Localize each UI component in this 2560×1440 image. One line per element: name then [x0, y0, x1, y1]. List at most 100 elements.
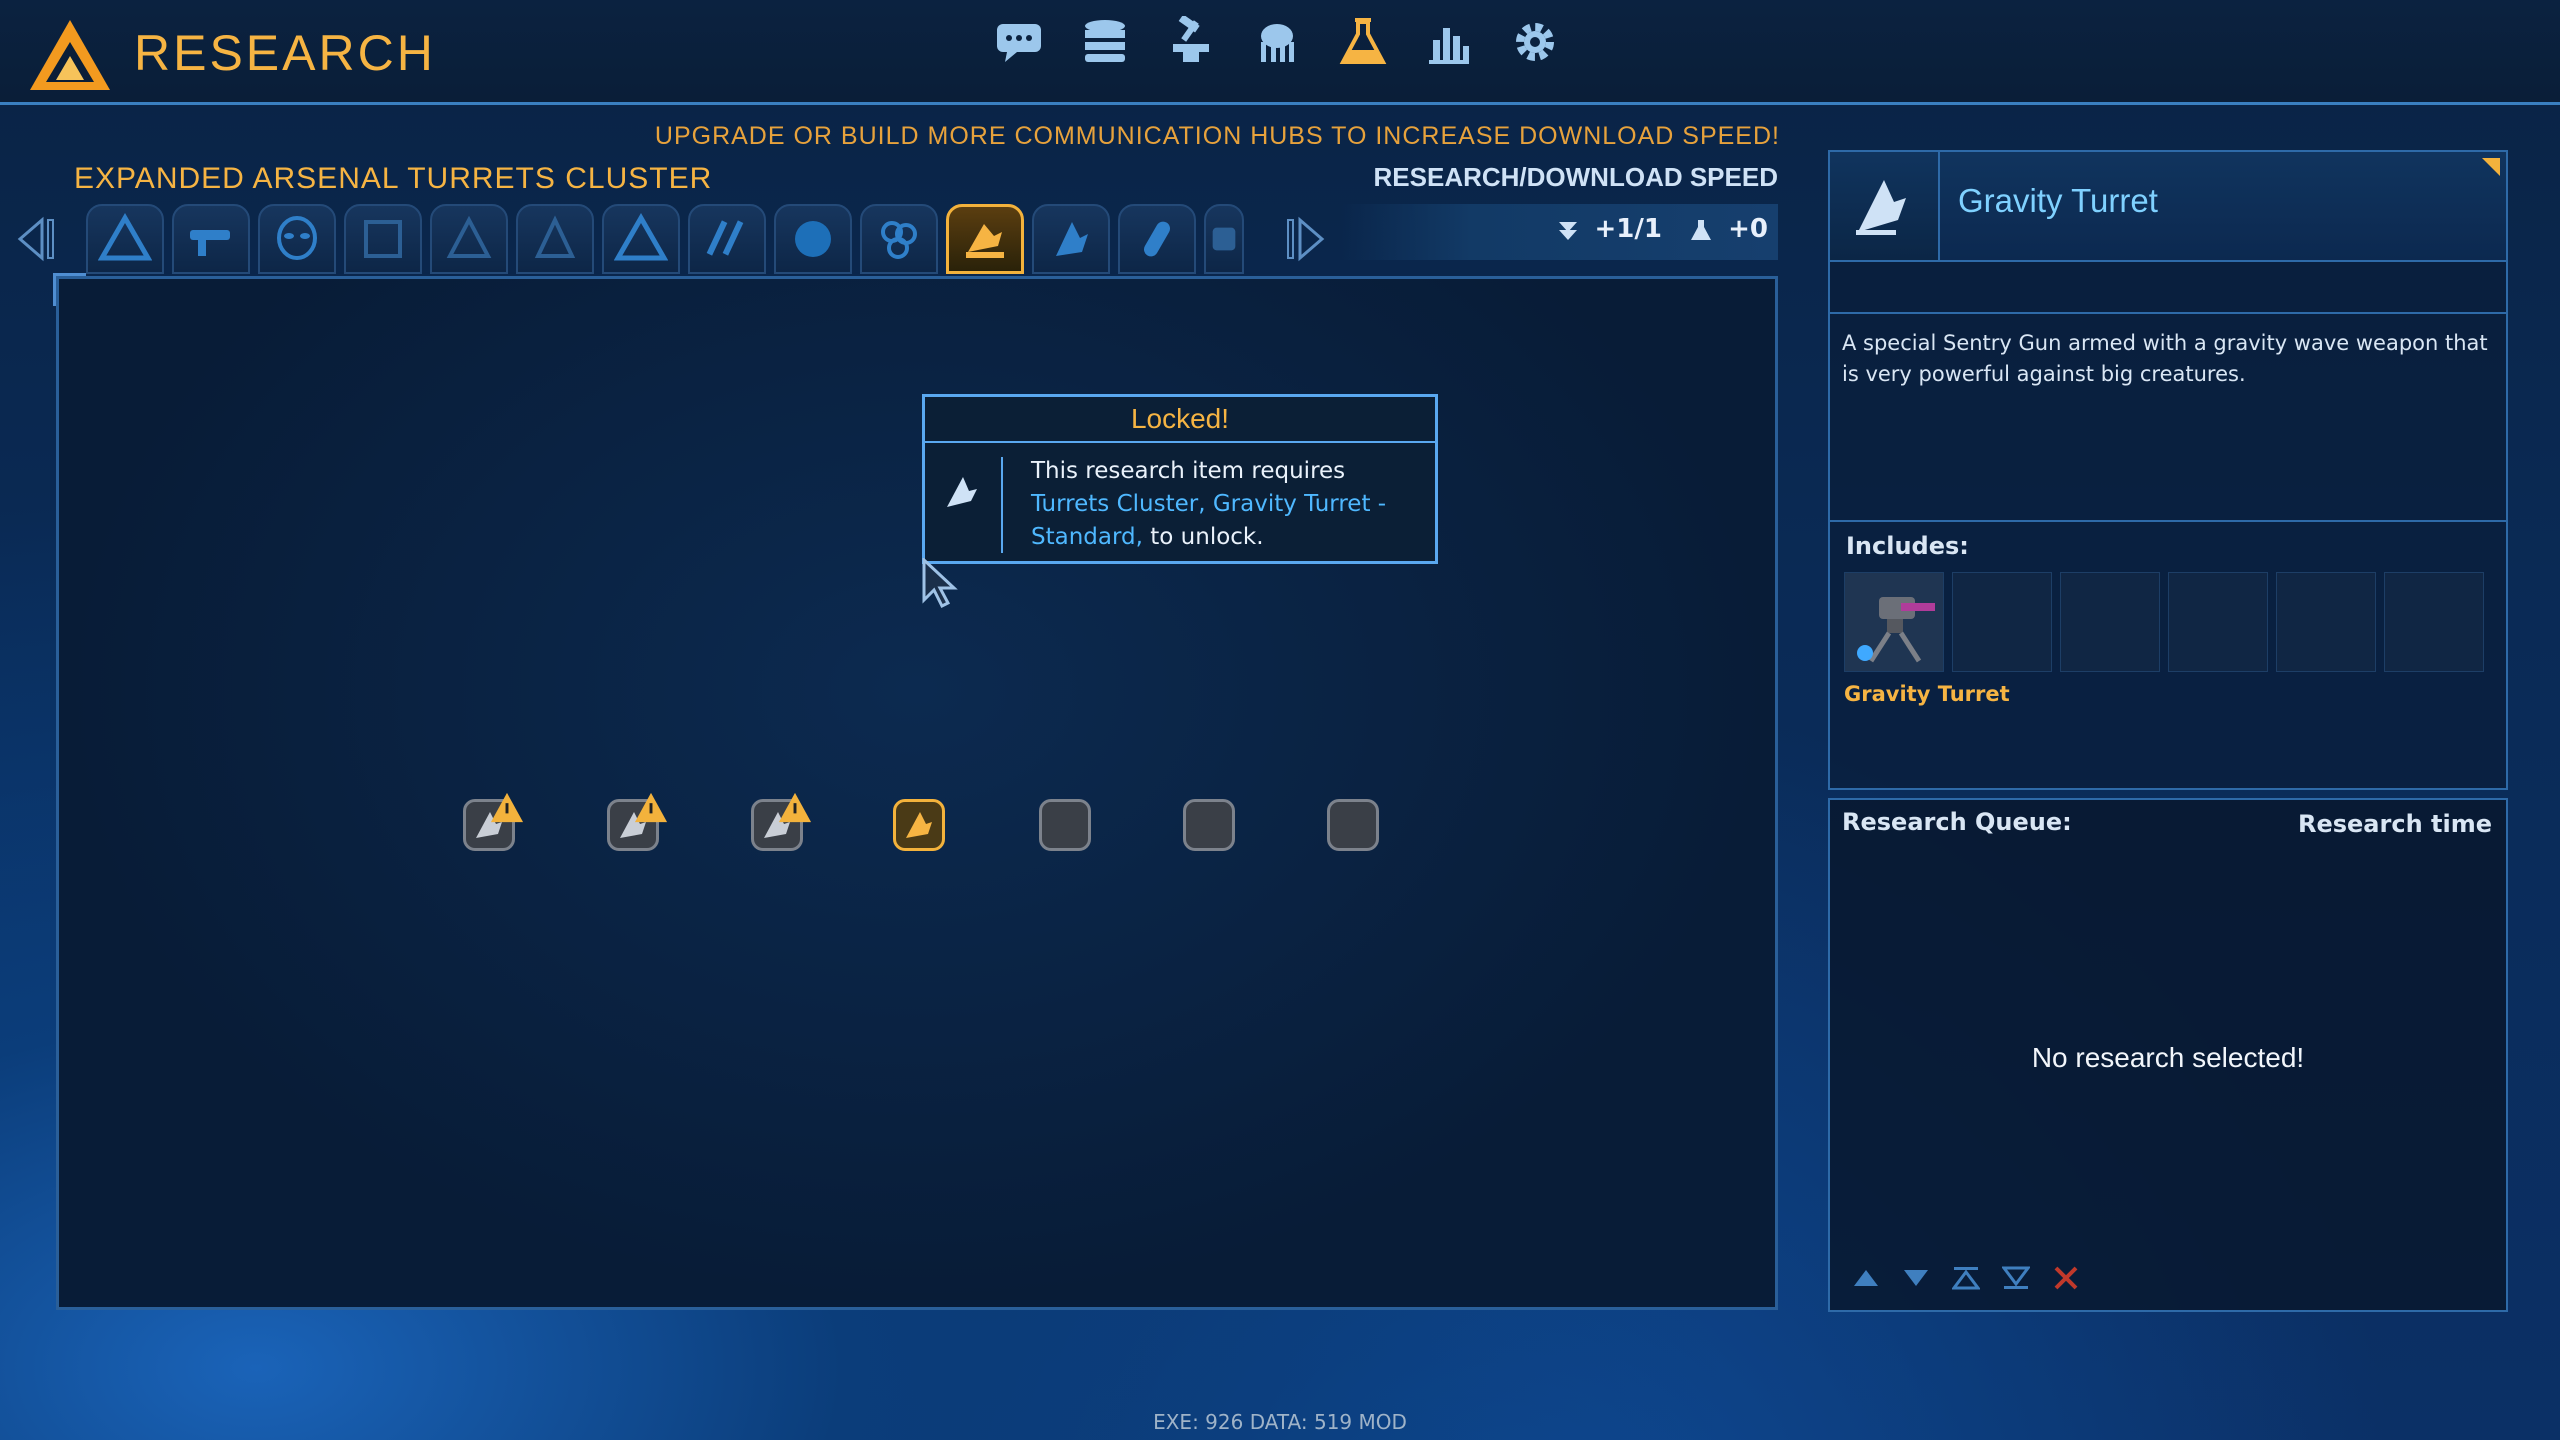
tab-cluster-turrets[interactable] [946, 204, 1024, 274]
tab-cluster-5[interactable] [430, 204, 508, 274]
ea-emblem-icon [364, 220, 402, 258]
research-tree [53, 273, 1778, 1310]
page-title: RESEARCH [134, 25, 436, 81]
queue-controls [1852, 1264, 2080, 1292]
download-speed-value: +1/1 [1594, 214, 1662, 244]
tab-cluster-8[interactable] [688, 204, 766, 274]
included-item-gravity-turret[interactable] [1844, 572, 1944, 672]
research-title: Gravity Turret [1958, 182, 2158, 219]
flask-icon [1691, 219, 1712, 240]
research-info-panel: Gravity Turret A special Sentry Gun arme… [1828, 150, 2508, 790]
tab-cluster-4[interactable] [344, 204, 422, 274]
nav-communication[interactable] [990, 12, 1048, 72]
nav-settings[interactable] [1506, 12, 1564, 72]
nav-database[interactable] [1076, 12, 1134, 72]
research-icon-box [1830, 152, 1940, 262]
top-bar: RESEARCH [0, 0, 2560, 105]
creature-icon [1261, 24, 1294, 62]
stats-icon [1429, 28, 1469, 64]
nav-research[interactable] [1334, 12, 1392, 72]
research-queue-panel: Research Queue: Research time No researc… [1828, 798, 2508, 1312]
triangle-emblem-icon [98, 212, 152, 261]
nav-statistics[interactable] [1420, 12, 1478, 72]
shell-icon [1144, 221, 1170, 257]
speed-bar: +1/1 +0 [1340, 204, 1778, 260]
warning-icon [778, 792, 812, 823]
database-icon [1085, 20, 1125, 62]
tab-cluster-14[interactable] [1204, 204, 1244, 274]
alien-icon [277, 216, 317, 260]
include-slot-empty [2060, 572, 2160, 672]
research-node-2[interactable] [607, 792, 668, 851]
triangle-emblem-icon [614, 212, 668, 261]
tab-cluster-9[interactable] [774, 204, 852, 274]
arrow-right-icon [1287, 216, 1325, 262]
cells-icon [881, 221, 917, 259]
tab-cluster-10[interactable] [860, 204, 938, 274]
ea-emblem-icon [534, 215, 576, 258]
remove-icon[interactable] [2052, 1264, 2080, 1292]
download-speed-hint: UPGRADE OR BUILD MORE COMMUNICATION HUBS… [654, 122, 1780, 150]
speed-label: RESEARCH/DOWNLOAD SPEED [1373, 162, 1778, 192]
ea-emblem-icon [446, 215, 492, 258]
research-node-3[interactable] [751, 792, 812, 851]
turret-icon [906, 812, 932, 838]
creature-head-icon [795, 221, 831, 257]
research-speed-value: +0 [1728, 214, 1768, 244]
cluster-title: EXPANDED ARSENAL TURRETS CLUSTER [74, 162, 713, 195]
tooltip-text: This research item requires Turrets Clus… [1031, 458, 1387, 550]
research-description: A special Sentry Gun armed with a gravit… [1842, 331, 2488, 386]
include-slot-empty [1952, 572, 2052, 672]
included-item-name: Gravity Turret [1844, 682, 2010, 706]
move-bottom-icon[interactable] [2002, 1264, 2030, 1292]
settings-icon [1516, 23, 1554, 61]
includes-label: Includes: [1846, 532, 1969, 560]
tab-cluster-13[interactable] [1118, 204, 1196, 274]
include-slot-empty [2384, 572, 2484, 672]
mouse-cursor-icon [922, 558, 958, 608]
move-down-icon[interactable] [1902, 1264, 1930, 1292]
download-icon [1559, 221, 1578, 240]
tab-cluster-3[interactable] [258, 204, 336, 274]
move-top-icon[interactable] [1952, 1264, 1980, 1292]
research-node-5[interactable] [1039, 799, 1091, 851]
tabs-scroll-right[interactable] [1286, 216, 1326, 262]
include-slot-empty [2276, 572, 2376, 672]
nav-creatures[interactable] [1248, 12, 1306, 72]
tab-cluster-12[interactable] [1032, 204, 1110, 274]
barrel-icon [1212, 227, 1236, 251]
arrow-left-icon [17, 216, 54, 262]
queue-empty-message: No research selected! [2031, 1042, 2305, 1073]
game-logo [30, 20, 110, 90]
locked-tooltip: Locked! This research item requires Turr… [922, 394, 1438, 564]
tab-cluster-6[interactable] [516, 204, 594, 274]
turret-icon [1856, 180, 1906, 235]
move-up-icon[interactable] [1852, 1264, 1880, 1292]
corner-accent-icon [2482, 158, 2500, 176]
turret-icon [947, 477, 977, 507]
include-slot-empty [2168, 572, 2268, 672]
tab-cluster-1[interactable] [86, 204, 164, 274]
research-node-7[interactable] [1327, 799, 1379, 851]
anvil-icon [1173, 16, 1209, 62]
build-info: EXE: 926 DATA: 519 MOD [1153, 1410, 1407, 1434]
flask-icon [1339, 18, 1387, 64]
tabs-scroll-left[interactable] [16, 216, 56, 262]
turret-icon [1056, 222, 1088, 256]
queue-label: Research Queue: [1842, 808, 2072, 836]
warning-icon [490, 792, 524, 823]
tooltip-title: Locked! [925, 397, 1435, 443]
rockets-icon [706, 220, 744, 256]
tab-cluster-2[interactable] [172, 204, 250, 274]
nav-manufacturing[interactable] [1162, 12, 1220, 72]
turret-ea-icon [966, 224, 1004, 258]
warning-icon [634, 792, 668, 823]
research-node-1[interactable] [463, 792, 524, 851]
research-node-6[interactable] [1183, 799, 1235, 851]
tab-cluster-7[interactable] [602, 204, 680, 274]
gravity-turret-image [1857, 597, 1935, 663]
research-time-label: Research time [2297, 810, 2492, 838]
includes-slots [1844, 572, 2484, 672]
chat-icon [997, 24, 1041, 62]
research-node-selected[interactable] [893, 799, 945, 851]
